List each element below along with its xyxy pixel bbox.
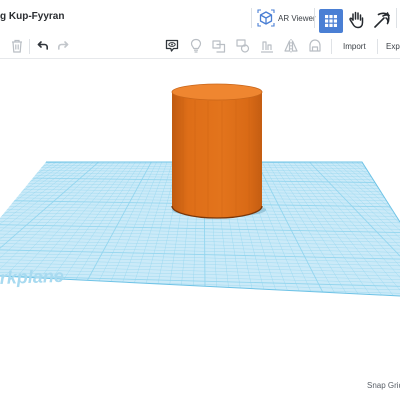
ar-viewer-button[interactable]: AR Viewer bbox=[257, 9, 316, 27]
export-button[interactable]: Expo bbox=[386, 39, 400, 54]
top-header: g Kup-Fyyran AR Viewer bbox=[0, 0, 400, 35]
comment-icon bbox=[165, 39, 179, 52]
cylinder-shape[interactable] bbox=[171, 83, 263, 219]
group-button[interactable] bbox=[234, 37, 252, 55]
header-divider bbox=[314, 8, 315, 28]
shape-icon bbox=[212, 40, 226, 53]
light-bulb-icon bbox=[190, 38, 202, 53]
redo-button[interactable] bbox=[55, 37, 73, 55]
shape-button[interactable] bbox=[210, 37, 228, 55]
ar-cube-icon bbox=[257, 9, 275, 27]
trash-button[interactable] bbox=[8, 37, 26, 55]
grid-view-button[interactable] bbox=[319, 9, 343, 33]
trash-icon bbox=[12, 39, 22, 53]
workplane-viewport[interactable]: rkplane Snap Grid bbox=[0, 59, 400, 400]
undo-icon bbox=[37, 41, 48, 50]
redo-icon bbox=[58, 41, 69, 50]
mirror-icon bbox=[284, 39, 298, 53]
undo-button[interactable] bbox=[33, 37, 51, 55]
toolbar-divider bbox=[29, 39, 30, 54]
cruise-icon bbox=[309, 39, 321, 52]
cruise-button[interactable] bbox=[306, 37, 324, 55]
pickaxe-icon bbox=[374, 12, 390, 28]
grid-view-icon bbox=[325, 15, 337, 27]
header-divider bbox=[251, 8, 252, 28]
align-icon bbox=[261, 41, 273, 53]
hand-button[interactable] bbox=[346, 9, 368, 31]
hand-icon bbox=[349, 11, 364, 29]
grid-line bbox=[0, 291, 400, 296]
light-bulb-button[interactable] bbox=[187, 37, 205, 55]
workplane-scene[interactable]: rkplane bbox=[0, 59, 400, 400]
snap-grid-control[interactable]: Snap Grid bbox=[367, 381, 400, 390]
design-title[interactable]: g Kup-Fyyran bbox=[0, 8, 64, 26]
align-button[interactable] bbox=[258, 37, 276, 55]
import-button[interactable]: Import bbox=[343, 39, 366, 54]
ar-viewer-label: AR Viewer bbox=[278, 13, 316, 23]
mirror-button[interactable] bbox=[282, 37, 300, 55]
pickaxe-button[interactable] bbox=[371, 9, 393, 31]
comment-button[interactable] bbox=[163, 37, 181, 55]
group-icon bbox=[236, 39, 250, 53]
toolbar-divider bbox=[377, 39, 378, 54]
toolbar-divider bbox=[331, 39, 332, 54]
edit-toolbar: Import Expo bbox=[0, 34, 400, 59]
workplane-label: rkplane bbox=[0, 266, 64, 288]
header-divider bbox=[396, 8, 397, 28]
